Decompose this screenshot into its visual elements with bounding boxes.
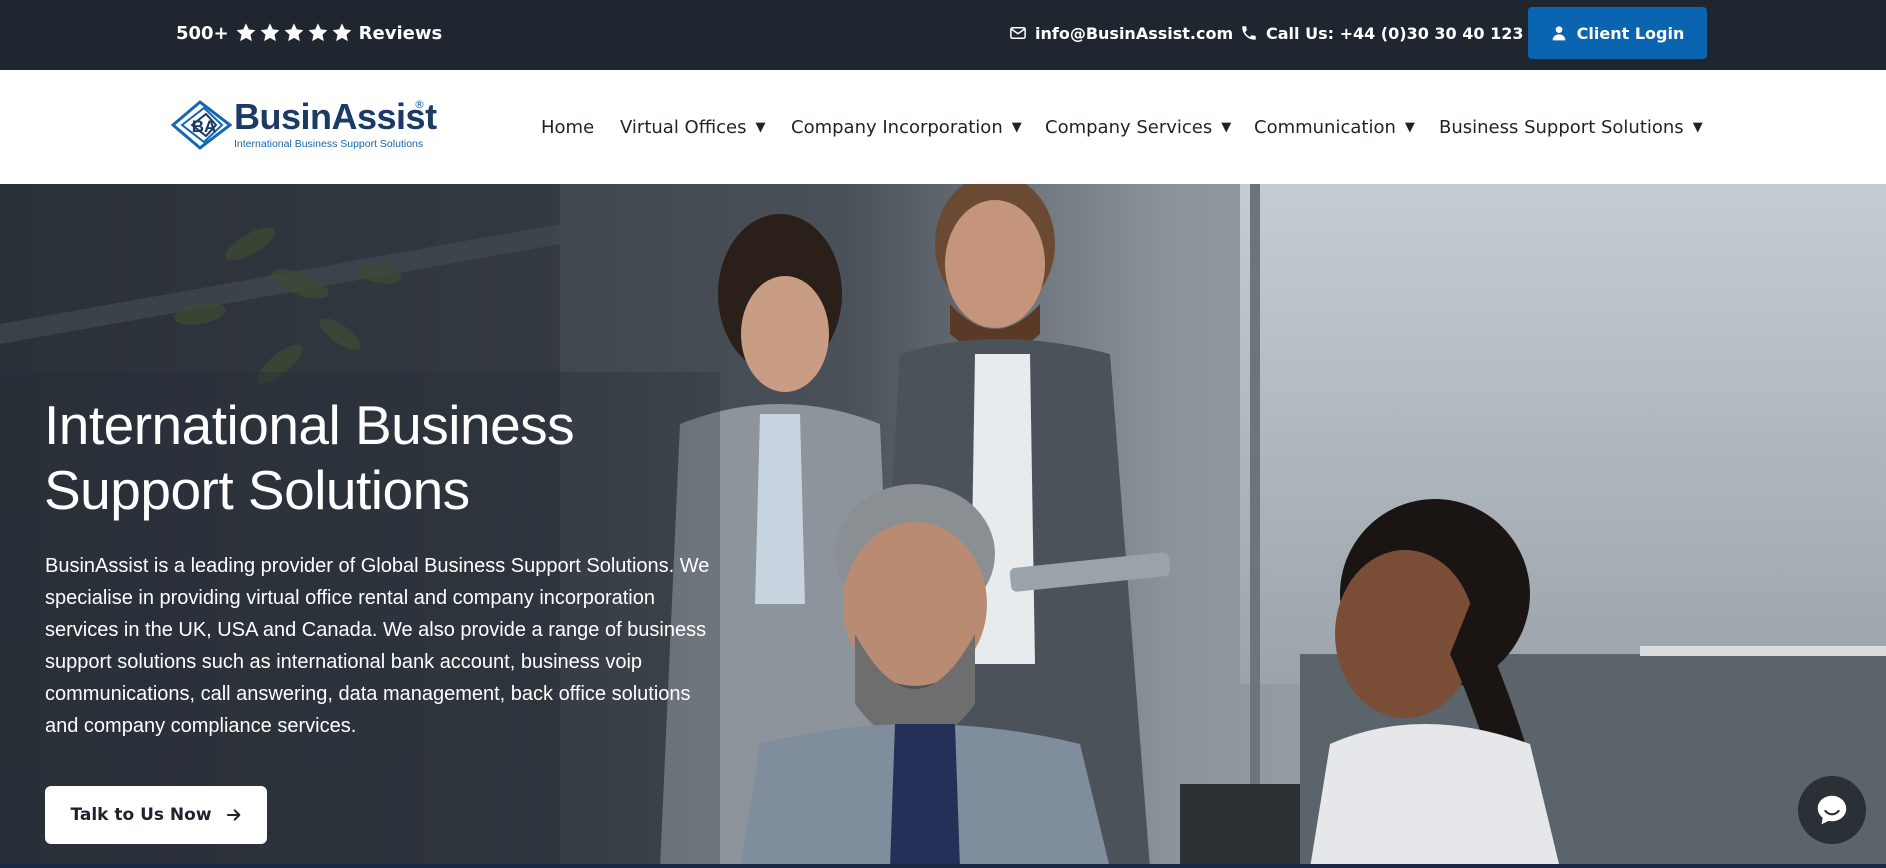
hero-bottom-edge xyxy=(0,864,1886,868)
email-address: info@BusinAssist.com xyxy=(1035,23,1234,43)
reviews-count: 500+ xyxy=(176,22,229,44)
nav-item-communication[interactable]: Communication ▼ xyxy=(1254,114,1415,140)
talk-to-us-button[interactable]: Talk to Us Now xyxy=(45,786,267,844)
businassist-logo[interactable]: BA BusinAssist ® International Business … xyxy=(170,96,437,152)
nav-label: Home xyxy=(541,116,595,138)
star-icon xyxy=(283,22,305,44)
reviews-label: Reviews xyxy=(358,22,443,44)
caret-down-icon: ▼ xyxy=(755,119,766,135)
star-icon xyxy=(331,22,353,44)
nav-item-business-support-solutions[interactable]: Business Support Solutions ▼ xyxy=(1439,114,1703,140)
registered-mark: ® xyxy=(414,98,425,111)
client-login-button[interactable]: Client Login xyxy=(1528,7,1707,59)
phone-number: Call Us: +44 (0)30 30 40 123 9 xyxy=(1266,23,1541,43)
logo-mark-icon: BA xyxy=(170,100,232,150)
chat-bubble-icon xyxy=(1813,791,1851,829)
star-icon xyxy=(235,22,257,44)
nav-item-virtual-offices[interactable]: Virtual Offices ▼ xyxy=(620,114,765,140)
phone-link[interactable]: Call Us: +44 (0)30 30 40 123 9 xyxy=(1240,22,1540,44)
chat-widget-button[interactable] xyxy=(1798,776,1866,844)
talk-to-us-label: Talk to Us Now xyxy=(70,805,212,825)
star-icon xyxy=(259,22,281,44)
star-icon xyxy=(307,22,329,44)
nav-label: Company Services xyxy=(1045,116,1213,138)
hero-description: BusinAssist is a leading provider of Glo… xyxy=(45,555,710,737)
nav-label: Virtual Offices xyxy=(620,116,747,138)
envelope-icon xyxy=(1009,24,1027,42)
logo-name: BusinAssist xyxy=(234,96,437,137)
nav-item-home[interactable]: Home xyxy=(541,114,594,140)
star-rating xyxy=(235,22,353,44)
nav-item-company-incorporation[interactable]: Company Incorporation ▼ xyxy=(791,114,1022,140)
nav-label: Company Incorporation xyxy=(791,116,1003,138)
nav-label: Communication xyxy=(1254,116,1396,138)
logo-tagline: International Business Support Solutions xyxy=(234,138,424,150)
hero-section: International Business Support Solutions… xyxy=(0,184,1886,868)
nav-label: Business Support Solutions xyxy=(1439,116,1684,138)
caret-down-icon: ▼ xyxy=(1011,119,1022,135)
nav-item-company-services[interactable]: Company Services ▼ xyxy=(1045,114,1231,140)
client-login-label: Client Login xyxy=(1576,23,1685,43)
arrow-right-icon xyxy=(226,807,242,823)
caret-down-icon: ▼ xyxy=(1221,119,1232,135)
phone-icon xyxy=(1240,24,1258,42)
caret-down-icon: ▼ xyxy=(1404,119,1415,135)
hero-title: International Business Support Solutions xyxy=(44,394,575,521)
logo-mark-text: BA xyxy=(192,117,217,136)
reviews-rating[interactable]: 500+ Reviews xyxy=(176,20,442,46)
user-icon xyxy=(1551,25,1567,41)
caret-down-icon: ▼ xyxy=(1692,119,1703,135)
email-link[interactable]: info@BusinAssist.com xyxy=(1009,22,1233,44)
